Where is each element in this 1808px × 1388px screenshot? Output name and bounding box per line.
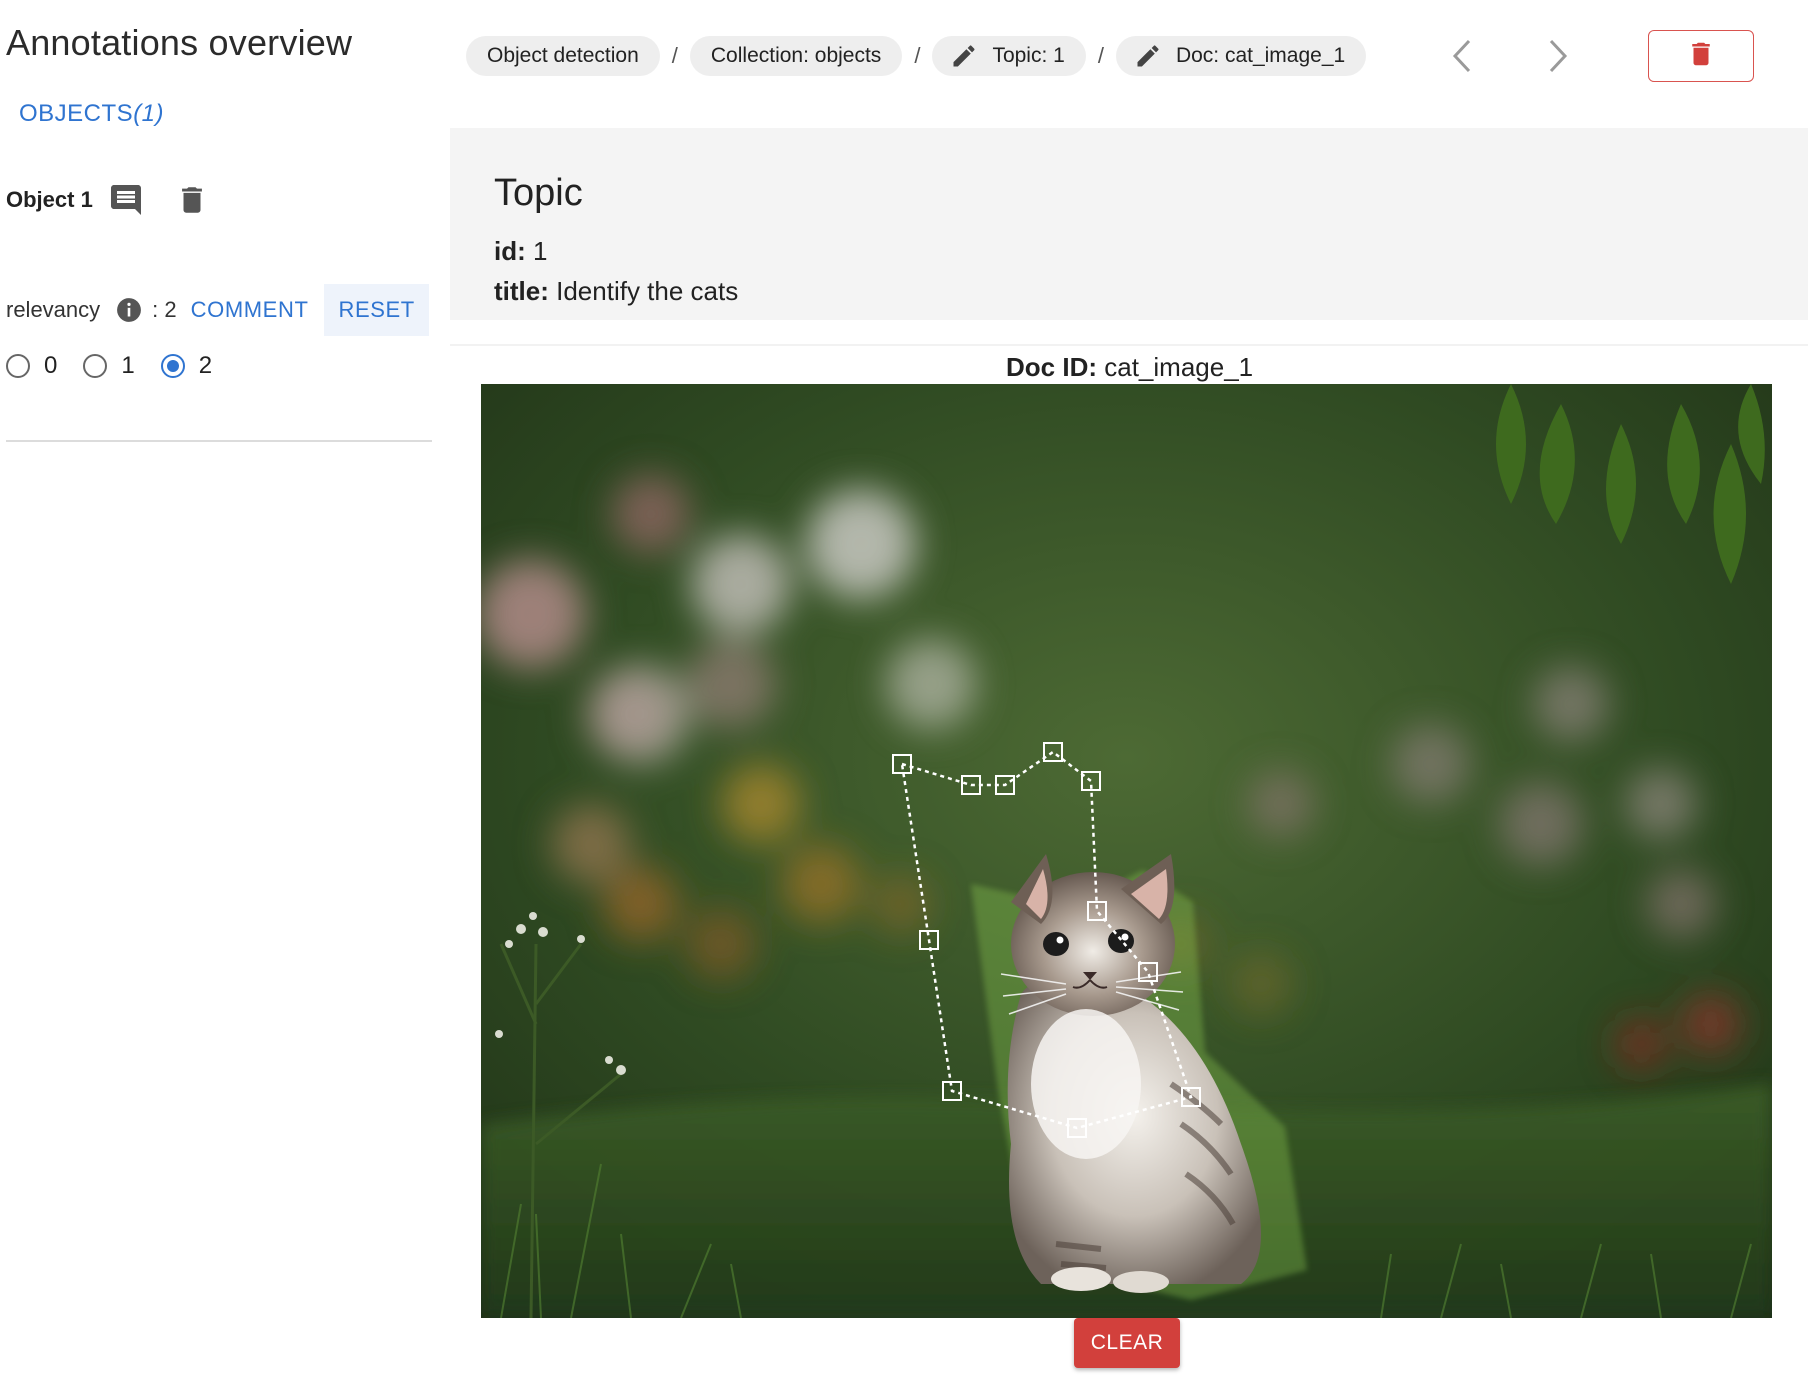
tab-objects[interactable]: OBJECTS(1) [19,100,164,128]
radio-label: 2 [198,352,213,379]
delete-doc-button[interactable] [1648,30,1754,82]
tab-objects-label: OBJECTS [19,100,134,127]
breadcrumb-separator: / [914,43,921,68]
doc-id-value: cat_image_1 [1104,352,1254,382]
clear-button[interactable]: CLEAR [1074,1318,1180,1368]
relevancy-radio-group: 0 1 2 [6,352,238,380]
radio-option-1[interactable]: 1 [83,352,135,380]
radio-button-selected[interactable] [160,354,185,378]
comment-button[interactable]: COMMENT [177,284,323,336]
radio-button[interactable] [6,354,30,378]
relevancy-row: relevancy : 2 COMMENT RESET [6,284,429,336]
breadcrumb: Object detection / Collection: objects /… [466,36,1367,76]
chevron-left-icon[interactable] [1442,36,1482,76]
breadcrumb-separator: / [1097,43,1104,68]
object-item: Object 1 [6,178,209,222]
breadcrumb-item-task[interactable]: Object detection [466,36,660,76]
breadcrumb-item-collection[interactable]: Collection: objects [689,36,903,76]
chevron-right-icon[interactable] [1538,36,1578,76]
topic-id-value: 1 [533,236,548,266]
object-name: Object 1 [6,187,93,212]
topic-heading: Topic [494,172,583,214]
breadcrumb-item-doc[interactable]: Doc: cat_image_1 [1115,36,1367,76]
trash-icon [1686,37,1716,76]
comment-icon[interactable] [107,182,145,218]
radio-option-2[interactable]: 2 [160,352,213,380]
page-title: Annotations overview [6,22,353,63]
pencil-icon [950,42,978,70]
pencil-icon [1134,42,1162,70]
breadcrumb-label: Topic: 1 [992,44,1065,67]
divider [450,344,1808,346]
breadcrumb-label: Doc: cat_image_1 [1175,44,1346,67]
doc-id-label: Doc ID: [1006,352,1097,382]
trash-icon[interactable] [175,181,209,219]
breadcrumb-label: Object detection [487,44,639,67]
radio-option-0[interactable]: 0 [6,352,57,380]
annotation-image-canvas[interactable] [481,384,1772,1318]
info-icon[interactable] [116,297,142,323]
breadcrumb-label: Collection: objects [710,44,882,67]
topic-title-label: title: [494,276,549,306]
kitten-image [481,384,1772,1318]
topic-title: title: Identify the cats [494,276,738,307]
tab-objects-count: (1) [133,100,165,127]
relevancy-label: relevancy [6,297,101,322]
relevancy-value: : 2 [152,297,177,322]
breadcrumb-separator: / [671,43,678,68]
topic-id-label: id: [494,236,526,266]
topic-id: id: 1 [494,236,547,267]
topic-panel: Topic id: 1 title: Identify the cats [450,128,1808,320]
radio-label: 1 [121,352,135,379]
radio-button[interactable] [83,354,108,378]
radio-label: 0 [44,352,58,379]
breadcrumb-item-topic[interactable]: Topic: 1 [932,36,1086,76]
divider [6,440,432,442]
reset-button[interactable]: RESET [324,284,429,336]
topic-title-value: Identify the cats [556,276,739,306]
